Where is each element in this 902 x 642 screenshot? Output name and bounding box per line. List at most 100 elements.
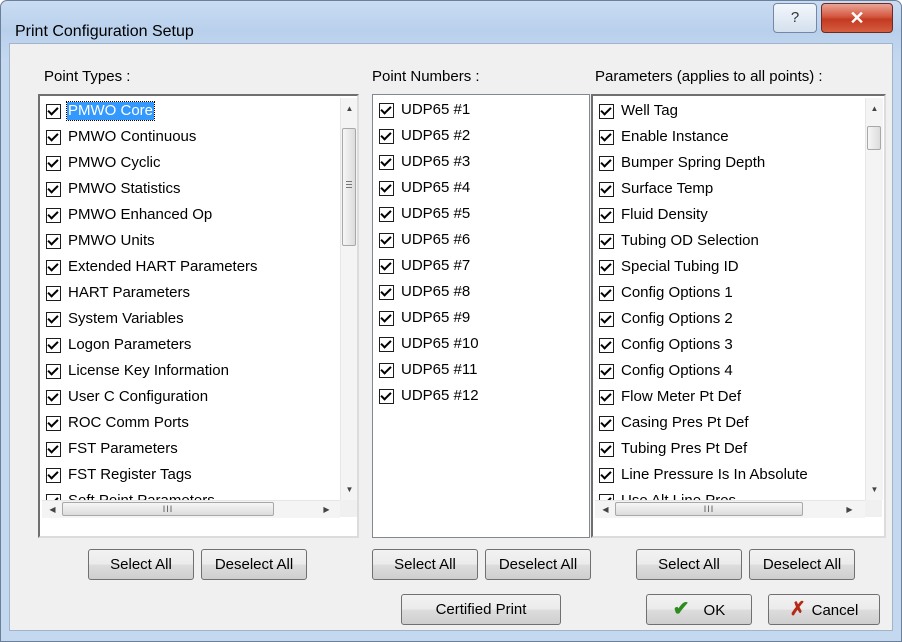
checkbox-checked-icon[interactable]	[599, 259, 614, 275]
parameter-item[interactable]: Casing Pres Pt Def	[595, 410, 809, 436]
scroll-left-arrow-icon[interactable]: ◀	[597, 501, 614, 518]
point-number-item[interactable]: UDP65 #8	[375, 279, 480, 305]
point-type-item[interactable]: ROC Comm Ports	[42, 410, 259, 436]
scrollbar-thumb[interactable]	[342, 128, 356, 246]
checkbox-checked-icon[interactable]	[379, 388, 394, 404]
checkbox-checked-icon[interactable]	[46, 155, 61, 171]
checkbox-checked-icon[interactable]	[379, 154, 394, 170]
point-type-item[interactable]: PMWO Cyclic	[42, 150, 259, 176]
close-button[interactable]: ✕	[821, 3, 893, 33]
point-number-item[interactable]: UDP65 #12	[375, 383, 480, 409]
point-number-item[interactable]: UDP65 #4	[375, 175, 480, 201]
checkbox-checked-icon[interactable]	[599, 129, 614, 145]
point-type-item[interactable]: FST Register Tags	[42, 462, 259, 488]
checkbox-checked-icon[interactable]	[46, 311, 61, 327]
point-number-item[interactable]: UDP65 #7	[375, 253, 480, 279]
point-type-item[interactable]: FST Parameters	[42, 436, 259, 462]
scroll-up-arrow-icon[interactable]: ▲	[866, 100, 883, 117]
point-type-item[interactable]: PMWO Enhanced Op	[42, 202, 259, 228]
point-number-item[interactable]: UDP65 #10	[375, 331, 480, 357]
checkbox-checked-icon[interactable]	[46, 233, 61, 249]
point-types-hscrollbar[interactable]: ◀ III ▶	[42, 500, 340, 518]
point-types-vscrollbar[interactable]: ▲ ▼	[340, 98, 357, 500]
point-type-item[interactable]: PMWO Units	[42, 228, 259, 254]
point-type-item[interactable]: PMWO Continuous	[42, 124, 259, 150]
point-type-item[interactable]: License Key Information	[42, 358, 259, 384]
parameter-item[interactable]: Bumper Spring Depth	[595, 150, 809, 176]
point-type-item[interactable]: User C Configuration	[42, 384, 259, 410]
parameters-hscrollbar[interactable]: ◀ III ▶	[595, 500, 865, 518]
point-type-item[interactable]: Extended HART Parameters	[42, 254, 259, 280]
checkbox-checked-icon[interactable]	[599, 389, 614, 405]
checkbox-checked-icon[interactable]	[46, 467, 61, 483]
checkbox-checked-icon[interactable]	[46, 259, 61, 275]
checkbox-checked-icon[interactable]	[46, 441, 61, 457]
scroll-right-arrow-icon[interactable]: ▶	[841, 501, 858, 518]
point-number-item[interactable]: UDP65 #5	[375, 201, 480, 227]
checkbox-checked-icon[interactable]	[46, 363, 61, 379]
parameter-item[interactable]: Config Options 1	[595, 280, 809, 306]
scroll-left-arrow-icon[interactable]: ◀	[44, 501, 61, 518]
parameter-item[interactable]: Fluid Density	[595, 202, 809, 228]
checkbox-checked-icon[interactable]	[46, 337, 61, 353]
point-numbers-list[interactable]: UDP65 #1 UDP65 #2 UDP65 #3 UDP65 #4 UDP65 #5…	[372, 94, 590, 538]
checkbox-checked-icon[interactable]	[379, 362, 394, 378]
point-number-item[interactable]: UDP65 #3	[375, 149, 480, 175]
checkbox-checked-icon[interactable]	[379, 284, 394, 300]
scroll-down-arrow-icon[interactable]: ▼	[341, 481, 357, 498]
hscrollbar-thumb[interactable]: III	[615, 502, 803, 516]
parameter-item[interactable]: Tubing Pres Pt Def	[595, 436, 809, 462]
checkbox-checked-icon[interactable]	[379, 180, 394, 196]
checkbox-checked-icon[interactable]	[46, 415, 61, 431]
certified-print-button[interactable]: Certified Print	[401, 594, 561, 625]
parameter-item[interactable]: Tubing OD Selection	[595, 228, 809, 254]
point-numbers-deselect-all-button[interactable]: Deselect All	[485, 549, 591, 580]
checkbox-checked-icon[interactable]	[379, 336, 394, 352]
checkbox-checked-icon[interactable]	[46, 285, 61, 301]
scroll-up-arrow-icon[interactable]: ▲	[341, 100, 357, 117]
checkbox-checked-icon[interactable]	[46, 207, 61, 223]
checkbox-checked-icon[interactable]	[46, 181, 61, 197]
point-types-list[interactable]: PMWO Core PMWO Continuous PMWO Cyclic PMWO …	[38, 94, 359, 538]
point-number-item[interactable]: UDP65 #6	[375, 227, 480, 253]
parameter-item[interactable]: Line Pressure Is In Absolute	[595, 462, 809, 488]
point-type-item[interactable]: PMWO Statistics	[42, 176, 259, 202]
parameters-vscrollbar[interactable]: ▲ ▼	[865, 98, 883, 500]
checkbox-checked-icon[interactable]	[599, 363, 614, 379]
point-number-item[interactable]: UDP65 #2	[375, 123, 480, 149]
checkbox-checked-icon[interactable]	[599, 311, 614, 327]
scroll-down-arrow-icon[interactable]: ▼	[866, 481, 883, 498]
checkbox-checked-icon[interactable]	[599, 233, 614, 249]
checkbox-checked-icon[interactable]	[599, 415, 614, 431]
checkbox-checked-icon[interactable]	[599, 155, 614, 171]
checkbox-checked-icon[interactable]	[599, 441, 614, 457]
point-type-item[interactable]: PMWO Core	[42, 98, 259, 124]
point-types-select-all-button[interactable]: Select All	[88, 549, 194, 580]
help-button[interactable]: ?	[773, 3, 817, 33]
checkbox-checked-icon[interactable]	[379, 206, 394, 222]
checkbox-checked-icon[interactable]	[379, 310, 394, 326]
point-number-item[interactable]: UDP65 #11	[375, 357, 480, 383]
point-types-deselect-all-button[interactable]: Deselect All	[201, 549, 307, 580]
cancel-button[interactable]: ✗ Cancel	[768, 594, 880, 625]
scrollbar-thumb[interactable]	[867, 126, 881, 150]
parameter-item[interactable]: Flow Meter Pt Def	[595, 384, 809, 410]
checkbox-checked-icon[interactable]	[599, 285, 614, 301]
parameter-item[interactable]: Well Tag	[595, 98, 809, 124]
checkbox-checked-icon[interactable]	[599, 467, 614, 483]
checkbox-checked-icon[interactable]	[599, 337, 614, 353]
checkbox-checked-icon[interactable]	[46, 129, 61, 145]
point-type-item[interactable]: System Variables	[42, 306, 259, 332]
checkbox-checked-icon[interactable]	[379, 258, 394, 274]
point-number-item[interactable]: UDP65 #9	[375, 305, 480, 331]
parameter-item[interactable]: Surface Temp	[595, 176, 809, 202]
checkbox-checked-icon[interactable]	[379, 232, 394, 248]
parameters-select-all-button[interactable]: Select All	[636, 549, 742, 580]
checkbox-checked-icon[interactable]	[599, 207, 614, 223]
scroll-right-arrow-icon[interactable]: ▶	[318, 501, 335, 518]
checkbox-checked-icon[interactable]	[46, 103, 61, 119]
hscrollbar-thumb[interactable]: III	[62, 502, 274, 516]
parameter-item[interactable]: Config Options 2	[595, 306, 809, 332]
point-type-item[interactable]: HART Parameters	[42, 280, 259, 306]
parameter-item[interactable]: Special Tubing ID	[595, 254, 809, 280]
